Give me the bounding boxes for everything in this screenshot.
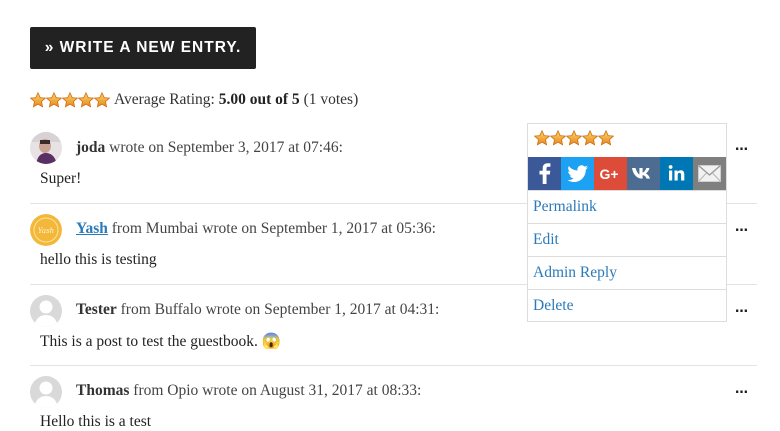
vk-icon[interactable]	[627, 157, 660, 190]
share-buttons: G+	[528, 157, 726, 190]
avatar	[30, 376, 62, 408]
entry-meta: Tester from Buffalo wrote on September 1…	[76, 301, 439, 319]
guestbook-entry: Thomas from Opio wrote on August 31, 201…	[30, 373, 757, 430]
entry-meta: Yash from Mumbai wrote on September 1, 2…	[76, 220, 436, 238]
rating-label: Average Rating:	[114, 91, 215, 108]
entry-author: Tester	[76, 301, 117, 318]
delete-link[interactable]: Delete	[528, 289, 726, 322]
entry-location-prefix: from	[133, 382, 164, 399]
entry-body: Hello this is a test	[40, 413, 152, 430]
entry-date: wrote on September 3, 2017 at 07:46:	[109, 139, 343, 156]
star-icon[interactable]	[534, 130, 550, 146]
rating-votes: (1 votes)	[303, 91, 359, 108]
divider	[30, 365, 757, 366]
entry-rating-stars[interactable]	[534, 130, 614, 146]
rating-score: 5.00 out of 5	[218, 91, 300, 108]
star-icon	[30, 92, 46, 108]
entry-author: joda	[76, 139, 106, 156]
avatar	[30, 295, 62, 327]
entry-menu-button[interactable]: …	[735, 302, 748, 318]
entry-location: Opio	[167, 382, 199, 399]
star-icon[interactable]	[582, 130, 598, 146]
google-plus-icon[interactable]: G+	[594, 157, 627, 190]
edit-link[interactable]: Edit	[528, 223, 726, 256]
entry-body: hello this is testing	[40, 251, 157, 268]
star-icon[interactable]	[566, 130, 582, 146]
entry-menu-button[interactable]: …	[735, 140, 748, 156]
entry-body: This is a post to test the guestbook. 😱	[40, 333, 282, 350]
svg-text:G+: G+	[599, 166, 618, 182]
star-icon[interactable]	[598, 130, 614, 146]
star-icon	[62, 92, 78, 108]
linkedin-icon[interactable]	[660, 157, 693, 190]
average-rating-stars	[30, 92, 110, 108]
entry-location-prefix: from	[120, 301, 151, 318]
average-rating: Average Rating: 5.00 out of 5 (1 votes)	[30, 90, 358, 110]
entry-menu-button[interactable]: …	[735, 383, 748, 399]
email-icon[interactable]	[693, 157, 726, 190]
entry-location: Mumbai	[145, 220, 199, 237]
svg-text:Yash: Yash	[38, 227, 54, 235]
entry-action-menu: G+ Permalink Edit Admin Reply Delete	[527, 123, 727, 322]
entry-location-prefix: from	[111, 220, 142, 237]
avatar	[30, 132, 62, 164]
entry-location: Buffalo	[154, 301, 202, 318]
entry-author: Thomas	[76, 382, 130, 399]
avatar: Yash	[30, 214, 62, 246]
entry-date: wrote on September 1, 2017 at 04:31:	[205, 301, 440, 318]
entry-menu-button[interactable]: …	[735, 221, 748, 237]
star-icon	[46, 92, 62, 108]
star-icon	[78, 92, 94, 108]
star-icon[interactable]	[550, 130, 566, 146]
entry-date: wrote on August 31, 2017 at 08:33:	[202, 382, 422, 399]
entry-date: wrote on September 1, 2017 at 05:36:	[202, 220, 436, 237]
admin-reply-link[interactable]: Admin Reply	[528, 256, 726, 289]
entry-meta: Thomas from Opio wrote on August 31, 201…	[76, 382, 421, 400]
entry-meta: joda wrote on September 3, 2017 at 07:46…	[76, 139, 343, 157]
entry-body: Super!	[40, 170, 82, 187]
star-icon	[94, 92, 110, 108]
twitter-icon[interactable]	[561, 157, 594, 190]
facebook-icon[interactable]	[528, 157, 561, 190]
entry-author-link[interactable]: Yash	[76, 220, 108, 237]
write-new-entry-button[interactable]: » WRITE A NEW ENTRY.	[30, 27, 256, 69]
permalink-link[interactable]: Permalink	[528, 190, 726, 223]
